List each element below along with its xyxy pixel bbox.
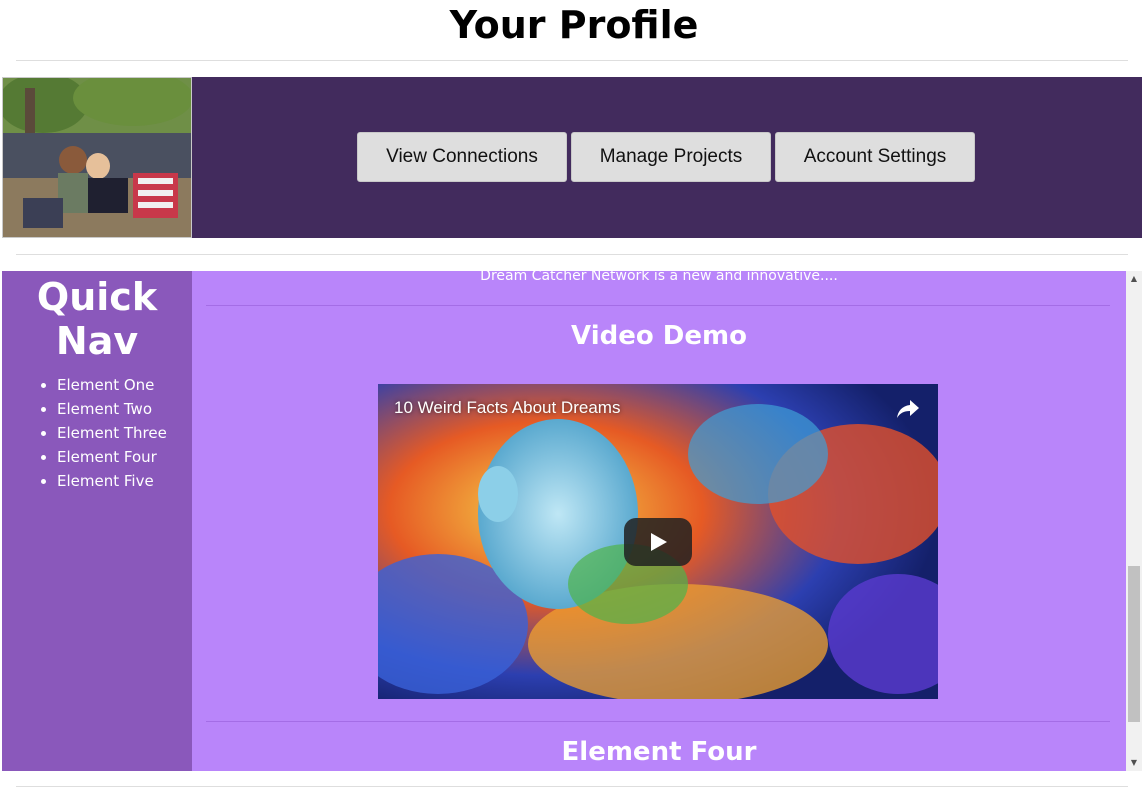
account-settings-button[interactable]: Account Settings: [775, 132, 975, 182]
video-title: 10 Weird Facts About Dreams: [394, 398, 621, 417]
manage-projects-button[interactable]: Manage Projects: [571, 132, 771, 182]
element-four-heading: Element Four: [561, 737, 757, 767]
quick-nav-list: Element One Element Two Element Three El…: [2, 373, 192, 493]
divider: [206, 721, 1110, 722]
play-icon[interactable]: [624, 518, 692, 566]
divider: [16, 786, 1128, 787]
content-scrollbar[interactable]: ▲ ▼: [1126, 271, 1142, 771]
share-icon[interactable]: [896, 398, 920, 420]
video-player[interactable]: 10 Weird Facts About Dreams: [378, 384, 938, 699]
profile-photo: [2, 77, 192, 238]
quick-nav-sidebar: Quick Nav Element One Element Two Elemen…: [2, 271, 192, 771]
quick-nav-item-element-three[interactable]: Element Three: [57, 421, 192, 445]
page-title: Your Profile: [449, 3, 699, 47]
intro-text: Dream Catcher Network is a new and innov…: [480, 271, 838, 284]
divider: [16, 60, 1128, 61]
view-connections-button[interactable]: View Connections: [357, 132, 567, 182]
quick-nav-item-element-five[interactable]: Element Five: [57, 469, 192, 493]
quick-nav-title: Quick Nav: [36, 275, 158, 363]
profile-action-buttons: View Connections Manage Projects Account…: [357, 132, 975, 182]
divider: [16, 254, 1128, 255]
divider: [206, 305, 1110, 306]
scrollbar-thumb[interactable]: [1128, 566, 1140, 722]
quick-nav-item-element-two[interactable]: Element Two: [57, 397, 192, 421]
scroll-up-icon[interactable]: ▲: [1126, 271, 1142, 287]
quick-nav-item-element-four[interactable]: Element Four: [57, 445, 192, 469]
quick-nav-item-element-one[interactable]: Element One: [57, 373, 192, 397]
video-demo-heading: Video Demo: [571, 321, 747, 351]
main-content-scroll-area[interactable]: Dream Catcher Network is a new and innov…: [192, 271, 1126, 771]
scroll-down-icon[interactable]: ▼: [1126, 755, 1142, 771]
